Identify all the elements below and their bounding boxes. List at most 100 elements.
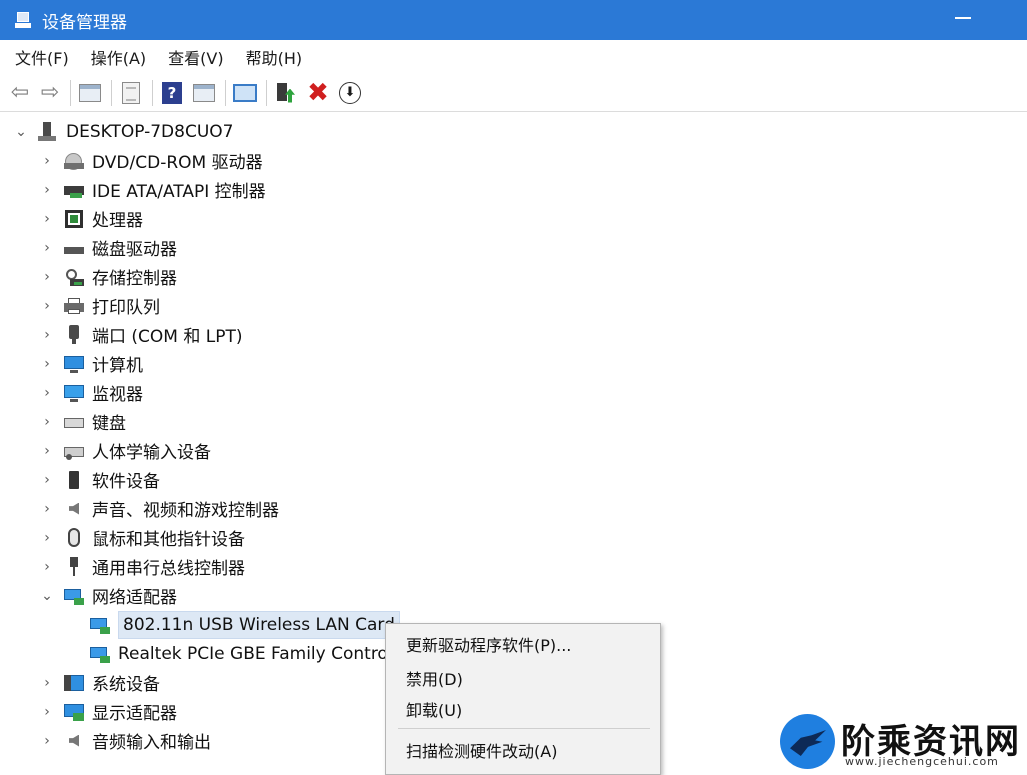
toolbar-separator: [111, 79, 112, 106]
hid-icon: [64, 441, 84, 461]
toolbar-separator: [70, 79, 71, 106]
tree-item[interactable]: › 端口 (COM 和 LPT): [40, 320, 243, 349]
storage-controller-icon: [64, 267, 84, 287]
tree-item[interactable]: › 人体学输入设备: [40, 436, 211, 465]
processor-icon: [64, 209, 84, 229]
chevron-right-icon[interactable]: ›: [40, 211, 54, 227]
chevron-right-icon[interactable]: ›: [40, 153, 54, 169]
chevron-right-icon[interactable]: ›: [40, 501, 54, 517]
eagle-logo-icon: [780, 714, 835, 769]
minimize-button[interactable]: [955, 17, 971, 19]
tree-item[interactable]: › 显示适配器: [40, 697, 177, 726]
properties-button[interactable]: [118, 80, 144, 106]
disable-toolbar-button[interactable]: ⬇: [337, 80, 363, 106]
tree-item[interactable]: › 处理器: [40, 204, 143, 233]
chevron-right-icon[interactable]: ›: [40, 414, 54, 430]
tree-item-label: 显示适配器: [92, 704, 177, 724]
tree-item[interactable]: › 打印队列: [40, 291, 160, 320]
chevron-down-icon[interactable]: ⌄: [14, 124, 28, 140]
help-icon: ?: [162, 81, 182, 104]
chevron-right-icon[interactable]: ›: [40, 472, 54, 488]
chevron-right-icon[interactable]: ›: [40, 530, 54, 546]
tree-item[interactable]: › 磁盘驱动器: [40, 233, 177, 262]
menu-view[interactable]: 查看(V): [168, 45, 223, 69]
tree-item-label: 打印队列: [92, 298, 160, 318]
chevron-right-icon[interactable]: ›: [40, 182, 54, 198]
tree-item-label: 声音、视频和游戏控制器: [92, 501, 279, 521]
computer-name: DESKTOP-7D8CUO7: [66, 121, 234, 142]
tree-item[interactable]: › 键盘: [40, 407, 126, 436]
chevron-right-icon[interactable]: ›: [40, 443, 54, 459]
forward-button[interactable]: ⇨: [38, 80, 62, 106]
tree-item-label: 磁盘驱动器: [92, 240, 177, 260]
tree-item-label: 键盘: [92, 414, 126, 434]
tree-item-label: 存储控制器: [92, 269, 177, 289]
watermark-url: www.jiechengcehui.com: [845, 755, 999, 768]
chevron-right-icon[interactable]: ›: [40, 356, 54, 372]
usb-icon: [64, 556, 84, 577]
network-adapter-ethernet[interactable]: Realtek PCIe GBE Family Controller: [80, 639, 415, 668]
network-adapter-wireless[interactable]: 802.11n USB Wireless LAN Card: [80, 610, 400, 639]
tree-item-label: 处理器: [92, 211, 143, 231]
chevron-right-icon[interactable]: ›: [40, 298, 54, 314]
tree-item[interactable]: › DVD/CD-ROM 驱动器: [40, 146, 263, 175]
tree-item-label: Realtek PCIe GBE Family Controller: [118, 643, 415, 664]
device-manager-icon: [14, 11, 32, 29]
disk-drive-icon: [64, 238, 84, 258]
software-device-icon: [64, 470, 84, 490]
chevron-right-icon[interactable]: ›: [40, 675, 54, 691]
show-action-pane-button[interactable]: [191, 80, 217, 106]
tree-item-label: 人体学输入设备: [92, 443, 211, 463]
chevron-right-icon[interactable]: ›: [40, 559, 54, 575]
update-driver-toolbar-button[interactable]: [273, 80, 299, 106]
tree-item[interactable]: › 音频输入和输出: [40, 726, 211, 755]
tree-item-label: 通用串行总线控制器: [92, 559, 245, 579]
chevron-right-icon[interactable]: ›: [40, 327, 54, 343]
audio-io-icon: [64, 731, 84, 751]
update-driver-icon: [275, 81, 297, 105]
tree-item[interactable]: › 存储控制器: [40, 262, 177, 291]
computer-icon: [38, 121, 58, 142]
menu-action[interactable]: 操作(A): [91, 45, 146, 69]
tree-item[interactable]: › 软件设备: [40, 465, 160, 494]
uninstall-menu-item[interactable]: 卸载(U): [406, 697, 462, 721]
network-adapter-icon: [90, 644, 110, 664]
network-adapter-icon: [90, 615, 110, 635]
help-button[interactable]: ?: [159, 80, 185, 106]
tree-item[interactable]: › 声音、视频和游戏控制器: [40, 494, 279, 523]
show-hide-console-tree-button[interactable]: [77, 80, 103, 106]
tree-item-label: 网络适配器: [92, 588, 177, 608]
scan-hardware-toolbar-button[interactable]: [232, 80, 258, 106]
chevron-right-icon[interactable]: ›: [40, 733, 54, 749]
update-driver-menu-item[interactable]: 更新驱动程序软件(P)...: [406, 632, 571, 656]
system-device-icon: [64, 673, 84, 693]
disable-menu-item[interactable]: 禁用(D): [406, 666, 463, 690]
chevron-down-icon[interactable]: ⌄: [40, 588, 54, 604]
tree-item[interactable]: › 监视器: [40, 378, 143, 407]
tree-item-label: 监视器: [92, 385, 143, 405]
tree-item[interactable]: › IDE ATA/ATAPI 控制器: [40, 175, 265, 204]
menu-file[interactable]: 文件(F): [15, 45, 69, 69]
menu-help[interactable]: 帮助(H): [246, 45, 303, 69]
chevron-right-icon[interactable]: ›: [40, 240, 54, 256]
tree-item[interactable]: › 通用串行总线控制器: [40, 552, 245, 581]
uninstall-toolbar-button[interactable]: ✖: [305, 80, 331, 106]
chevron-right-icon[interactable]: ›: [40, 704, 54, 720]
tree-item-label: 计算机: [92, 356, 143, 376]
scan-hardware-menu-item[interactable]: 扫描检测硬件改动(A): [406, 738, 557, 762]
back-button[interactable]: ⇦: [8, 80, 32, 106]
watermark: 阶乘资讯网 www.jiechengcehui.com: [775, 708, 1027, 775]
chevron-right-icon[interactable]: ›: [40, 385, 54, 401]
tree-item[interactable]: › 系统设备: [40, 668, 160, 697]
tree-root[interactable]: ⌄ DESKTOP-7D8CUO7: [14, 117, 233, 146]
chevron-right-icon[interactable]: ›: [40, 269, 54, 285]
arrow-left-icon: ⇦: [10, 80, 30, 105]
tree-item-label: 软件设备: [92, 472, 160, 492]
tree-item[interactable]: › 计算机: [40, 349, 143, 378]
tree-item[interactable]: › 鼠标和其他指针设备: [40, 523, 245, 552]
tree-item-label: 鼠标和其他指针设备: [92, 530, 245, 550]
tree-item-network-adapters[interactable]: ⌄ 网络适配器: [40, 581, 177, 610]
port-icon: [64, 324, 84, 345]
toolbar: ⇦ ⇨ ? ✖ ⬇: [0, 74, 1027, 112]
disable-device-icon: ⬇: [339, 81, 361, 104]
